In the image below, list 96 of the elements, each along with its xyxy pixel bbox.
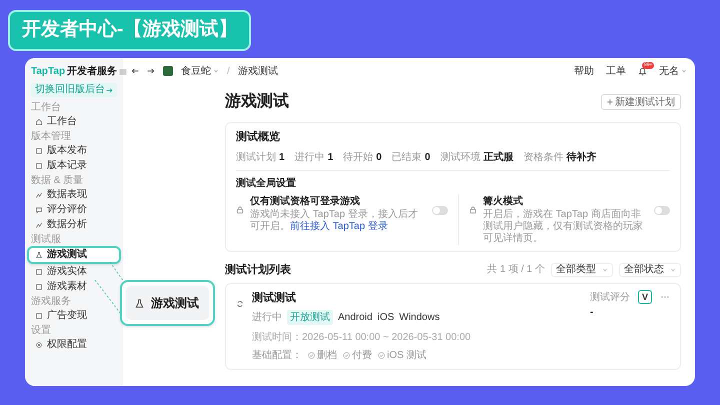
stat-label: 测试计划 <box>236 150 276 164</box>
chat-bubble-icon <box>35 206 43 214</box>
platform-label: Android <box>338 310 372 324</box>
flask-icon <box>134 298 145 308</box>
section-heading: 测试全局设置 <box>236 176 297 190</box>
sidebar-item[interactable]: 数据分析 <box>31 217 117 232</box>
header-link[interactable]: 帮助 <box>574 64 594 78</box>
section-heading: 测试计划列表 <box>225 262 291 278</box>
arrow-right-icon <box>106 86 113 94</box>
filter-dropdown[interactable]: 全部状态 <box>619 262 681 277</box>
section-title: 游戏服务 <box>31 296 72 308</box>
stat-value: 0 <box>424 150 430 164</box>
header-link[interactable]: 工单 <box>606 64 626 78</box>
logo-subtitle: 开发者服务 <box>67 64 118 79</box>
stat-value: 1 <box>279 150 285 164</box>
new-plan-button[interactable]: 新建测试计划 <box>601 94 681 110</box>
config-item: 付费 <box>352 348 372 362</box>
toggle-switch[interactable] <box>654 206 670 214</box>
square-icon <box>35 268 43 276</box>
lock-icon <box>236 206 244 214</box>
flask-icon <box>35 251 43 259</box>
line-chart-icon <box>35 190 43 198</box>
square-icon <box>35 146 43 154</box>
sidebar-item[interactable]: 版本记录 <box>31 158 117 173</box>
section-title: 数据 & 质量 <box>31 175 84 187</box>
forward-arrow-icon <box>147 67 155 75</box>
caret-down-icon <box>670 266 676 273</box>
breadcrumb-separator: / <box>227 64 230 78</box>
result-count: 共 1 项 / 1 个 <box>487 262 545 278</box>
bell-icon <box>638 66 647 76</box>
back-arrow-icon <box>131 67 139 75</box>
plan-tag: 开放测试 <box>287 310 333 324</box>
section-title: 设置 <box>31 325 52 337</box>
plan-name: 测试测试 <box>252 290 297 306</box>
sidebar-item[interactable]: 工作台 <box>31 114 117 129</box>
stat-value: 0 <box>376 150 382 164</box>
line-chart-icon <box>35 220 43 228</box>
section-title: 版本管理 <box>31 131 72 143</box>
house-icon <box>35 118 43 126</box>
menu-icon <box>119 68 128 76</box>
breadcrumb-current: 游戏测试 <box>238 64 278 78</box>
section-title: 工作台 <box>31 102 62 114</box>
square-icon <box>35 282 43 290</box>
score-value: - <box>590 306 594 320</box>
config-item: 删档 <box>317 348 337 362</box>
lock-icon <box>469 206 477 214</box>
square-icon <box>35 162 43 170</box>
banner-title: 开发者中心-【游戏测试】 <box>22 19 238 40</box>
stat-label: 已结束 <box>392 150 422 164</box>
filter-dropdown[interactable]: 全部类型 <box>551 262 613 277</box>
caret-down-icon <box>681 68 687 74</box>
square-icon <box>35 312 43 320</box>
sidebar-item[interactable]: 权限配置 <box>31 337 117 352</box>
login-link[interactable]: 前往接入 TapTap 登录 <box>290 220 388 232</box>
sidebar-item[interactable]: 版本发布 <box>31 143 117 158</box>
app-selector[interactable]: 食豆蛇 <box>181 64 219 78</box>
stat-label: 资格条件 <box>523 150 564 164</box>
stat-value: 待补齐 <box>566 150 596 164</box>
config-item: iOS 测试 <box>387 348 426 362</box>
page-title: 游戏测试 <box>225 92 289 112</box>
config-label: 基础配置： <box>252 348 302 362</box>
stat-label: 测试环境 <box>440 150 480 164</box>
setting-title: 篝火模式 <box>483 194 524 208</box>
plan-status: 进行中 <box>252 310 282 324</box>
sidebar-item[interactable]: 广告变现 <box>31 308 117 323</box>
stat-label: 待开始 <box>343 150 374 164</box>
stat-value: 正式服 <box>483 150 514 164</box>
stat-label: 进行中 <box>294 150 325 164</box>
sidebar-item[interactable]: 游戏素材 <box>31 279 117 294</box>
setting-description: 开启后，游戏在 TapTap 商店面向非测试用户隐藏，仅有测试资格的玩家可见详情页。 <box>483 208 644 244</box>
platform-label: Windows <box>399 310 440 324</box>
gear-icon <box>35 340 43 348</box>
refresh-icon <box>236 300 244 308</box>
logo-text: TapTap <box>31 65 66 79</box>
user-menu[interactable]: 无名 <box>659 64 687 78</box>
plus-icon <box>607 99 613 105</box>
setting-title: 仅有测试资格可登录游戏 <box>250 194 361 208</box>
card-title: 测试概览 <box>236 130 281 145</box>
platform-label: iOS <box>377 310 394 324</box>
setting-description: 游戏尚未接入 TapTap 登录，接入后才可开启。前往接入 TapTap 登录 <box>250 208 419 232</box>
plan-time: 测试时间：2026-05-11 00:00 ~ 2026-05-31 00:00 <box>252 330 471 344</box>
section-title: 测试服 <box>31 234 62 246</box>
check-circle-icon <box>308 352 315 358</box>
check-circle-icon <box>378 352 385 358</box>
sidebar-item[interactable]: 游戏实体 <box>31 264 117 279</box>
version-button[interactable]: V <box>638 290 652 304</box>
caret-down-icon <box>602 266 608 273</box>
score-label: 测试评分 <box>590 290 630 305</box>
sidebar-item[interactable]: 游戏测试 <box>27 246 121 264</box>
toggle-switch[interactable] <box>432 206 448 214</box>
stat-value: 1 <box>328 150 334 164</box>
check-circle-icon <box>343 352 350 358</box>
sidebar-item[interactable]: 评分评价 <box>31 202 117 217</box>
sidebar-item[interactable]: 数据表现 <box>31 187 117 202</box>
app-icon <box>163 66 173 76</box>
caret-down-icon <box>213 68 219 74</box>
